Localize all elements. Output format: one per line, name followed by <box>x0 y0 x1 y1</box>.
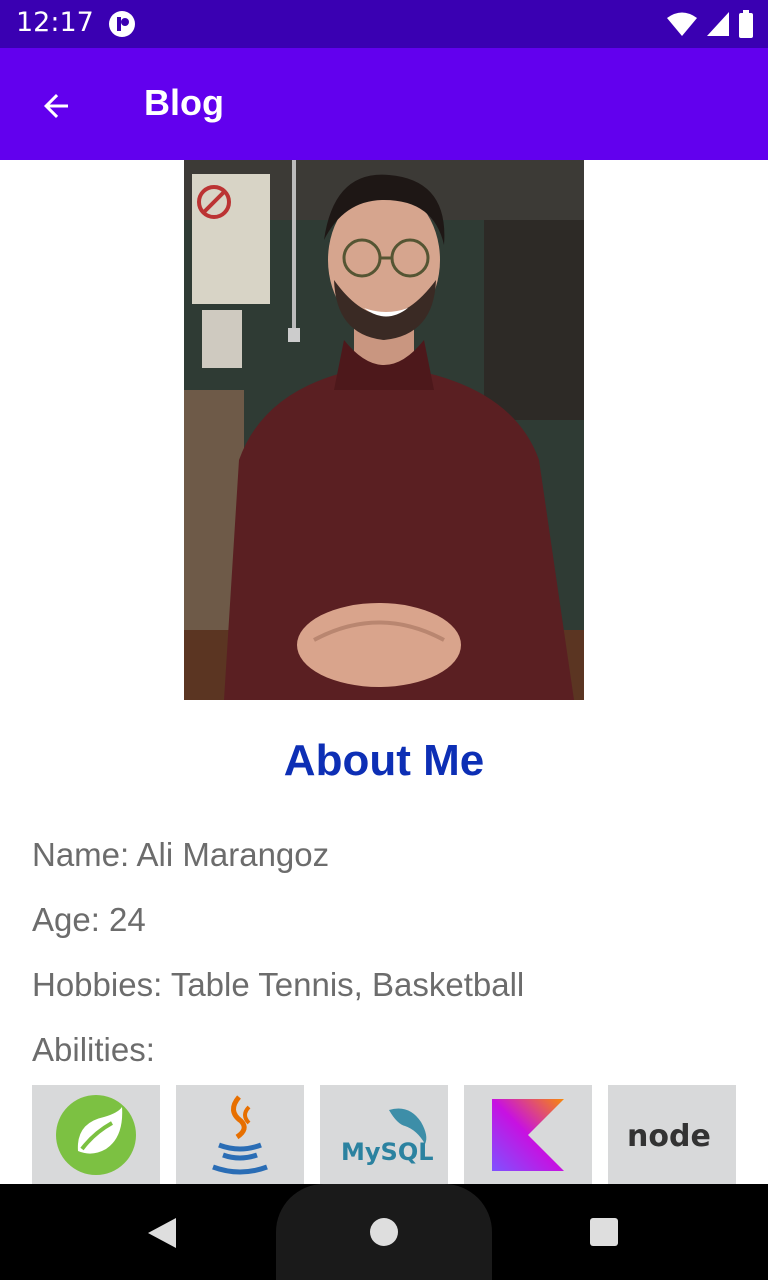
cell-signal-icon <box>707 12 729 36</box>
about-title: About Me <box>283 736 485 785</box>
back-button[interactable] <box>28 78 84 134</box>
kotlin-logo-icon <box>492 1099 564 1171</box>
back-triangle-icon[interactable] <box>144 1216 178 1250</box>
status-time: 12:17 <box>16 7 94 38</box>
age-line: Age: 24 <box>32 901 146 938</box>
java-logo-icon <box>212 1095 268 1175</box>
battery-icon <box>739 10 753 38</box>
ability-spring[interactable] <box>32 1085 160 1185</box>
abilities-label: Abilities: <box>32 1031 155 1068</box>
node-logo-text: node <box>627 1119 711 1154</box>
ability-node[interactable]: node <box>608 1085 736 1185</box>
app-notification-icon <box>109 11 135 37</box>
name-line: Name: Ali Marangoz <box>32 836 330 873</box>
ability-mysql[interactable]: MySQL <box>320 1085 448 1185</box>
nodejs-logo-icon: node <box>627 1119 711 1154</box>
mysql-logo-icon: MySQL <box>341 1108 434 1166</box>
system-nav-bar <box>0 1184 768 1280</box>
recents-square-icon[interactable] <box>588 1216 620 1248</box>
status-icons <box>666 10 754 38</box>
app-bar: Blog <box>0 48 768 160</box>
status-bar: 12:17 <box>0 0 768 48</box>
spring-logo-icon <box>56 1095 136 1175</box>
wifi-icon <box>667 12 697 36</box>
home-circle-icon[interactable] <box>368 1216 400 1248</box>
arrow-back-icon <box>44 94 68 118</box>
app-title: Blog <box>144 82 224 123</box>
ability-java[interactable] <box>176 1085 304 1185</box>
abilities-list: MySQL node <box>32 1085 736 1185</box>
ability-kotlin[interactable] <box>464 1085 592 1185</box>
mysql-logo-text: MySQL <box>341 1138 434 1166</box>
hobbies-line: Hobbies: Table Tennis, Basketball <box>32 966 525 1003</box>
profile-photo <box>184 160 584 700</box>
